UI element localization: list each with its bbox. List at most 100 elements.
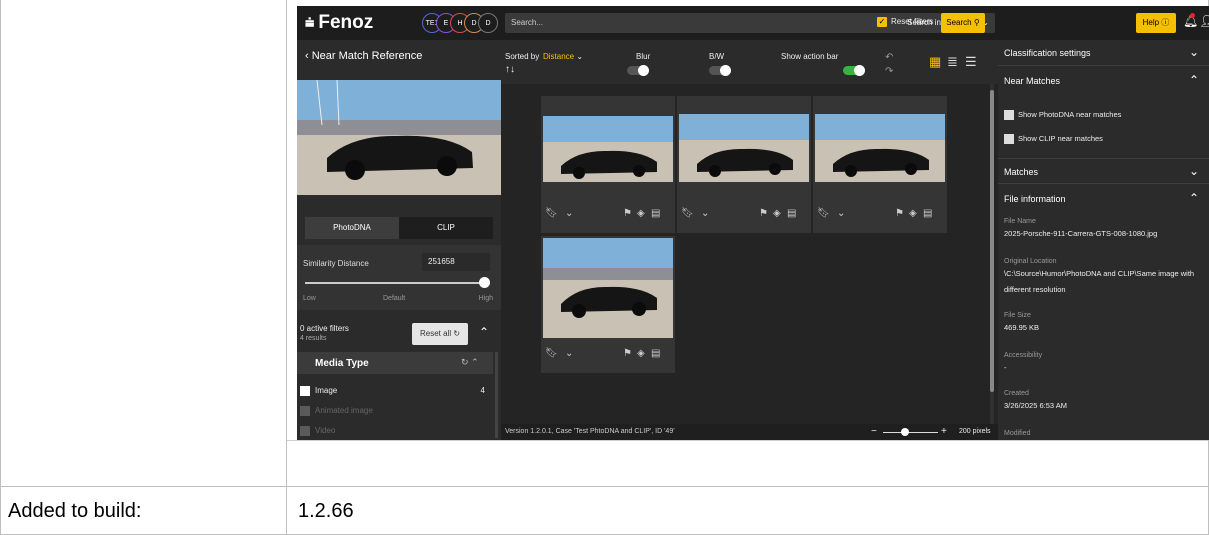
result-thumbnail[interactable] [815, 98, 945, 198]
flag-icon[interactable]: ⚑ [759, 208, 768, 219]
list-view-icon[interactable]: ≣ [947, 54, 958, 70]
zoom-in-button[interactable]: + [941, 426, 947, 437]
classification-settings-section[interactable]: Classification settings ⌄ [998, 40, 1209, 66]
blur-toggle[interactable] [627, 65, 649, 76]
sort-dropdown[interactable]: Distance ⌄ [543, 52, 583, 61]
help-button[interactable]: Help ⓘ [1136, 13, 1176, 33]
sort-direction-icon[interactable]: ↑↓ [505, 64, 515, 75]
reset-filters-checkbox[interactable]: ✓ [877, 17, 887, 27]
result-thumbnail[interactable] [543, 238, 673, 338]
result-card[interactable]: 🔖︎ ⌄ ⚑ ◈ ▤ [813, 96, 947, 233]
note-icon[interactable]: ▤ [651, 348, 660, 359]
tab-clip[interactable]: CLIP [399, 217, 493, 239]
zoom-out-button[interactable]: − [871, 426, 877, 437]
note-icon[interactable]: ▤ [923, 208, 932, 219]
checkbox[interactable] [300, 386, 310, 396]
chevron-down-icon[interactable]: ⌄ [1189, 164, 1199, 178]
flag-icon[interactable]: ⚑ [623, 348, 632, 359]
action-bar-label: Show action bar [781, 52, 839, 61]
bookmark-icon[interactable]: 🔖︎ [817, 208, 830, 219]
media-type-option: Animated image [297, 404, 493, 420]
section-title: Classification settings [1004, 48, 1091, 58]
reset-filters-label: Reset filters [891, 17, 934, 26]
search-placeholder: Search... [511, 18, 544, 27]
tag-icon[interactable]: ◈ [637, 348, 645, 359]
similarity-value-input[interactable]: 251658 [422, 253, 490, 271]
results-scrollbar-thumb[interactable] [990, 90, 994, 392]
result-card[interactable]: 🔖︎ ⌄ ⚑ ◈ ▤ [541, 236, 675, 373]
zoom-value: 200 pixels [959, 428, 991, 435]
collapse-filters-icon[interactable]: ⌃ [479, 325, 489, 339]
org-badge[interactable]: D [478, 13, 498, 33]
chevron-down-icon[interactable]: ⌄ [701, 208, 709, 219]
checkbox [300, 426, 310, 436]
status-bar: Version 1.2.0.1, Case 'Test PhtoDNA and … [501, 424, 998, 440]
note-icon[interactable]: ▤ [651, 208, 660, 219]
flag-icon[interactable]: ⚑ [895, 208, 904, 219]
search-button[interactable]: Search ⚲ [941, 13, 985, 33]
bw-toggle[interactable] [709, 65, 731, 76]
details-view-icon[interactable]: ☰ [965, 54, 977, 70]
file-information-section[interactable]: File information ⌃ [998, 186, 1209, 212]
result-thumbnail[interactable] [679, 98, 809, 198]
results-panel: Sorted by Distance ⌄ ↑↓ Blur B/W Show ac… [501, 40, 998, 440]
show-photodna-button[interactable]: Show PhotoDNA near matches [1004, 110, 1122, 121]
back-button[interactable]: ‹ Near Match Reference [305, 50, 422, 62]
show-clip-button[interactable]: Show CLIP near matches [1004, 134, 1103, 145]
tag-icon[interactable]: ◈ [909, 208, 917, 219]
org-badges[interactable]: TE1 E H D D [422, 13, 498, 33]
user-icon[interactable]: 👤︎ [1199, 14, 1209, 28]
card-actions: 🔖︎ ⌄ ⚑ ◈ ▤ [677, 208, 811, 222]
flag-icon[interactable]: ⚑ [623, 208, 632, 219]
app-screenshot: ⩧Fenoz TE1 E H D D Search... Search in e… [297, 6, 1209, 440]
media-type-option: Video [297, 424, 493, 440]
chevron-down-icon[interactable]: ⌄ [1189, 45, 1199, 59]
similarity-slider-track[interactable] [305, 282, 490, 284]
bookmark-icon[interactable]: 🔖︎ [545, 208, 558, 219]
redo-icon[interactable]: ↷ [885, 66, 893, 77]
panel-title: Near Match Reference [311, 50, 423, 62]
note-icon[interactable]: ▤ [787, 208, 796, 219]
chevron-down-icon[interactable]: ⌄ [565, 348, 573, 359]
filter-scrollbar[interactable] [495, 352, 498, 438]
tab-photodna[interactable]: PhotoDNA [305, 217, 399, 239]
reference-image [297, 80, 501, 195]
zoom-slider-track[interactable] [883, 432, 938, 433]
grid-view-icon[interactable]: ▦ [929, 54, 941, 70]
undo-icon[interactable]: ↶ [885, 52, 893, 63]
reset-all-button[interactable]: Reset all ↻ [412, 323, 468, 345]
image-icon [1004, 110, 1014, 121]
location-label: Original Location [1004, 258, 1057, 265]
result-card[interactable]: 🔖︎ ⌄ ⚑ ◈ ▤ [677, 96, 811, 233]
show-clip-label: Show CLIP near matches [1018, 134, 1103, 143]
chevron-left-icon: ‹ [305, 50, 309, 62]
result-thumbnail[interactable] [543, 98, 673, 198]
media-type-header[interactable]: Media Type ↻ ⌃ [297, 352, 493, 374]
matches-section[interactable]: Matches ⌄ [998, 158, 1209, 184]
tag-icon[interactable]: ◈ [773, 208, 781, 219]
media-type-option[interactable]: Image 4 [297, 384, 493, 400]
zoom-slider-knob[interactable] [901, 428, 909, 436]
table-row-divider [0, 486, 1209, 487]
near-matches-section[interactable]: Near Matches ⌃ [998, 68, 1209, 94]
similarity-slider-knob[interactable] [479, 277, 490, 288]
action-bar-toggle[interactable] [843, 65, 865, 76]
sorted-by-label: Sorted by [505, 52, 540, 61]
show-photodna-label: Show PhotoDNA near matches [1018, 110, 1122, 119]
chevron-up-icon[interactable]: ⌃ [1189, 191, 1199, 205]
chevron-down-icon[interactable]: ⌄ [565, 208, 573, 219]
bookmark-icon[interactable]: 🔖︎ [681, 208, 694, 219]
app-logo[interactable]: ⩧ Fenoz [305, 12, 373, 34]
media-type-header-icons: ↻ ⌃ [461, 357, 479, 368]
left-panel: ‹ Near Match Reference PhotoDNA CLIP Sim… [297, 40, 501, 440]
bookmark-icon[interactable]: 🔖︎ [545, 348, 558, 359]
reset-icon[interactable]: ↻ [461, 357, 469, 367]
chevron-up-icon[interactable]: ⌃ [471, 357, 479, 367]
media-type-count: 4 [480, 386, 485, 395]
slider-low-label: Low [303, 295, 316, 302]
chevron-up-icon[interactable]: ⌃ [1189, 73, 1199, 87]
file-name-label: File Name [1004, 218, 1036, 225]
chevron-down-icon[interactable]: ⌄ [837, 208, 845, 219]
result-card[interactable]: 🔖︎ ⌄ ⚑ ◈ ▤ [541, 96, 675, 233]
tag-icon[interactable]: ◈ [637, 208, 645, 219]
